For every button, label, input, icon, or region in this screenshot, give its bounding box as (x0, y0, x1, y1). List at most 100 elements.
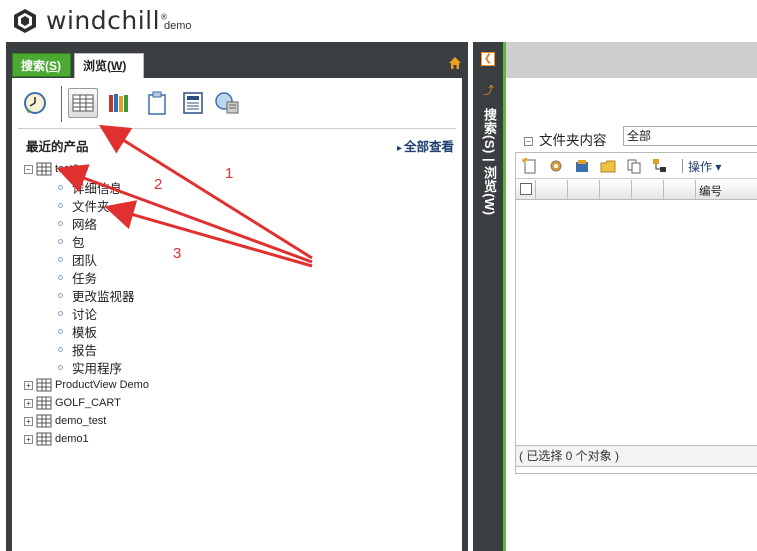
tree-child-item[interactable]: 详细信息 (24, 178, 454, 196)
tree-child-label: 讨论 (72, 307, 98, 322)
tree-child-label: 网络 (72, 217, 98, 232)
clipboard-icon[interactable] (142, 88, 172, 118)
collapse-left-icon[interactable]: ❮ (481, 52, 495, 66)
libraries-icon[interactable] (104, 88, 134, 118)
navigator-toolbar (18, 84, 458, 124)
tab-search[interactable]: 搜索(S) (12, 53, 71, 77)
copy-icon[interactable] (626, 158, 642, 174)
product-icon (36, 432, 52, 446)
table-toolbar: 操作 ▾ (516, 153, 757, 179)
vbar-label[interactable]: 搜索(S) | 浏览(W) (480, 108, 499, 216)
table-column[interactable] (536, 180, 568, 199)
product-name[interactable]: demo_test (55, 415, 106, 427)
view-all-link[interactable]: ▸ 全部查看 (397, 136, 454, 155)
tree-child-item[interactable]: 更改监视器 (24, 286, 454, 304)
product-name[interactable]: test2 (55, 163, 79, 175)
tree-child-item[interactable]: 讨论 (24, 304, 454, 322)
tree-child-item[interactable]: 任务 (24, 268, 454, 286)
navigator-body: 最近的产品 ▸ 全部查看 − test2 详细信息 文件夹 网络包团队 任务 更改监视器 讨论模… (12, 78, 462, 551)
select-all-column (516, 180, 536, 199)
bullet-icon (58, 364, 63, 370)
toolbar-divider (18, 128, 456, 129)
tab-browse[interactable]: 浏览(W) (74, 53, 144, 79)
tree-child-label: 包 (72, 235, 85, 250)
annotation-label-1: 1 (225, 165, 234, 182)
tree-product-node[interactable]: + demo1 (24, 430, 454, 448)
expand-icon[interactable]: + (24, 416, 33, 426)
chevron-down-icon: ▾ (715, 160, 722, 174)
recent-clock-icon[interactable] (20, 88, 50, 118)
tree-child-item[interactable]: 模板 (24, 322, 454, 340)
bullet-icon (58, 346, 63, 352)
bullet-icon (58, 310, 63, 316)
actions-menu[interactable]: 操作 ▾ (688, 158, 721, 175)
tree-child-label: 团队 (72, 253, 98, 268)
table-column[interactable] (664, 180, 696, 199)
collapse-icon[interactable]: − (524, 136, 533, 146)
bullet-icon (58, 220, 63, 226)
tree-child-item[interactable]: 文件夹 (24, 196, 454, 214)
new-document-icon[interactable] (522, 158, 538, 174)
collapse-icon[interactable]: − (24, 164, 33, 174)
expand-icon[interactable]: + (24, 434, 33, 444)
table-column[interactable] (568, 180, 600, 199)
number-column-header[interactable]: 编号 (699, 183, 722, 199)
tree-child-label: 实用程序 (72, 361, 123, 376)
bullet-icon (58, 238, 63, 244)
tree-child-item[interactable]: 包 (24, 232, 454, 250)
tree-child-item[interactable]: 团队 (24, 250, 454, 268)
product-icon (36, 162, 52, 176)
right-header-bar (506, 42, 757, 78)
navigator-collapse-bar: ❮ ⤴ 搜索(S) | 浏览(W) (473, 42, 503, 551)
product-tree: − test2 详细信息 文件夹网络包团队任务更改监视器讨论模板报告实用程序 + Prod… (24, 160, 454, 448)
annotation-label-3: 3 (173, 245, 182, 262)
tree-child-label: 报告 (72, 343, 98, 358)
new-folder-icon[interactable] (600, 158, 616, 174)
expand-icon[interactable]: + (24, 398, 33, 408)
bullet-icon (58, 328, 63, 334)
expand-icon[interactable]: + (24, 380, 33, 390)
product-icon (36, 414, 52, 428)
pin-icon[interactable]: ⤴ (483, 82, 494, 98)
tree-product-node[interactable]: + demo_test (24, 412, 454, 430)
tree-child-label: 详细信息 (72, 181, 123, 196)
table-header: 编号 (516, 180, 757, 200)
toolbar-separator (682, 159, 683, 173)
product-name[interactable]: demo1 (55, 433, 89, 445)
tree-child-item[interactable]: 报告 (24, 340, 454, 358)
table-column[interactable] (600, 180, 632, 199)
sites-icon[interactable] (212, 88, 242, 118)
bullet-icon (58, 202, 63, 208)
selection-status: ( 已选择 0 个对象 ) (515, 445, 757, 467)
products-icon[interactable] (68, 88, 98, 118)
product-name[interactable]: GOLF_CART (55, 397, 121, 409)
chevron-right-icon: ▸ (396, 143, 402, 154)
view-select[interactable]: 全部 (623, 126, 757, 146)
home-icon[interactable] (448, 56, 462, 70)
tree-product-node[interactable]: + GOLF_CART (24, 394, 454, 412)
current-user[interactable]: demo (164, 20, 192, 32)
bullet-icon (58, 184, 63, 190)
select-all-checkbox[interactable] (520, 183, 532, 195)
structure-icon[interactable] (652, 158, 668, 174)
app-header: windchill® demo (0, 0, 757, 42)
tree-child-label: 更改监视器 (72, 289, 135, 304)
calculator-icon[interactable] (178, 88, 208, 118)
bullet-icon (58, 274, 63, 280)
import-icon[interactable] (574, 158, 590, 174)
folder-contents-table: 操作 ▾ 编号 (515, 152, 757, 474)
tree-child-label: 模板 (72, 325, 98, 340)
product-icon (36, 396, 52, 410)
product-name[interactable]: ProductView Demo (55, 379, 149, 391)
tree-product-node[interactable]: − test2 (24, 160, 454, 178)
tree-child-label: 任务 (72, 271, 98, 286)
logo-text: windchill® (46, 6, 169, 35)
tree-child-item[interactable]: 网络 (24, 214, 454, 232)
tree-child-item[interactable]: 实用程序 (24, 358, 454, 376)
toolbar-separator (61, 86, 62, 122)
table-column[interactable] (632, 180, 664, 199)
windchill-logo-icon (14, 9, 36, 33)
settings-gear-icon[interactable] (548, 158, 564, 174)
tree-product-node[interactable]: + ProductView Demo (24, 376, 454, 394)
annotation-label-2: 2 (154, 176, 163, 193)
